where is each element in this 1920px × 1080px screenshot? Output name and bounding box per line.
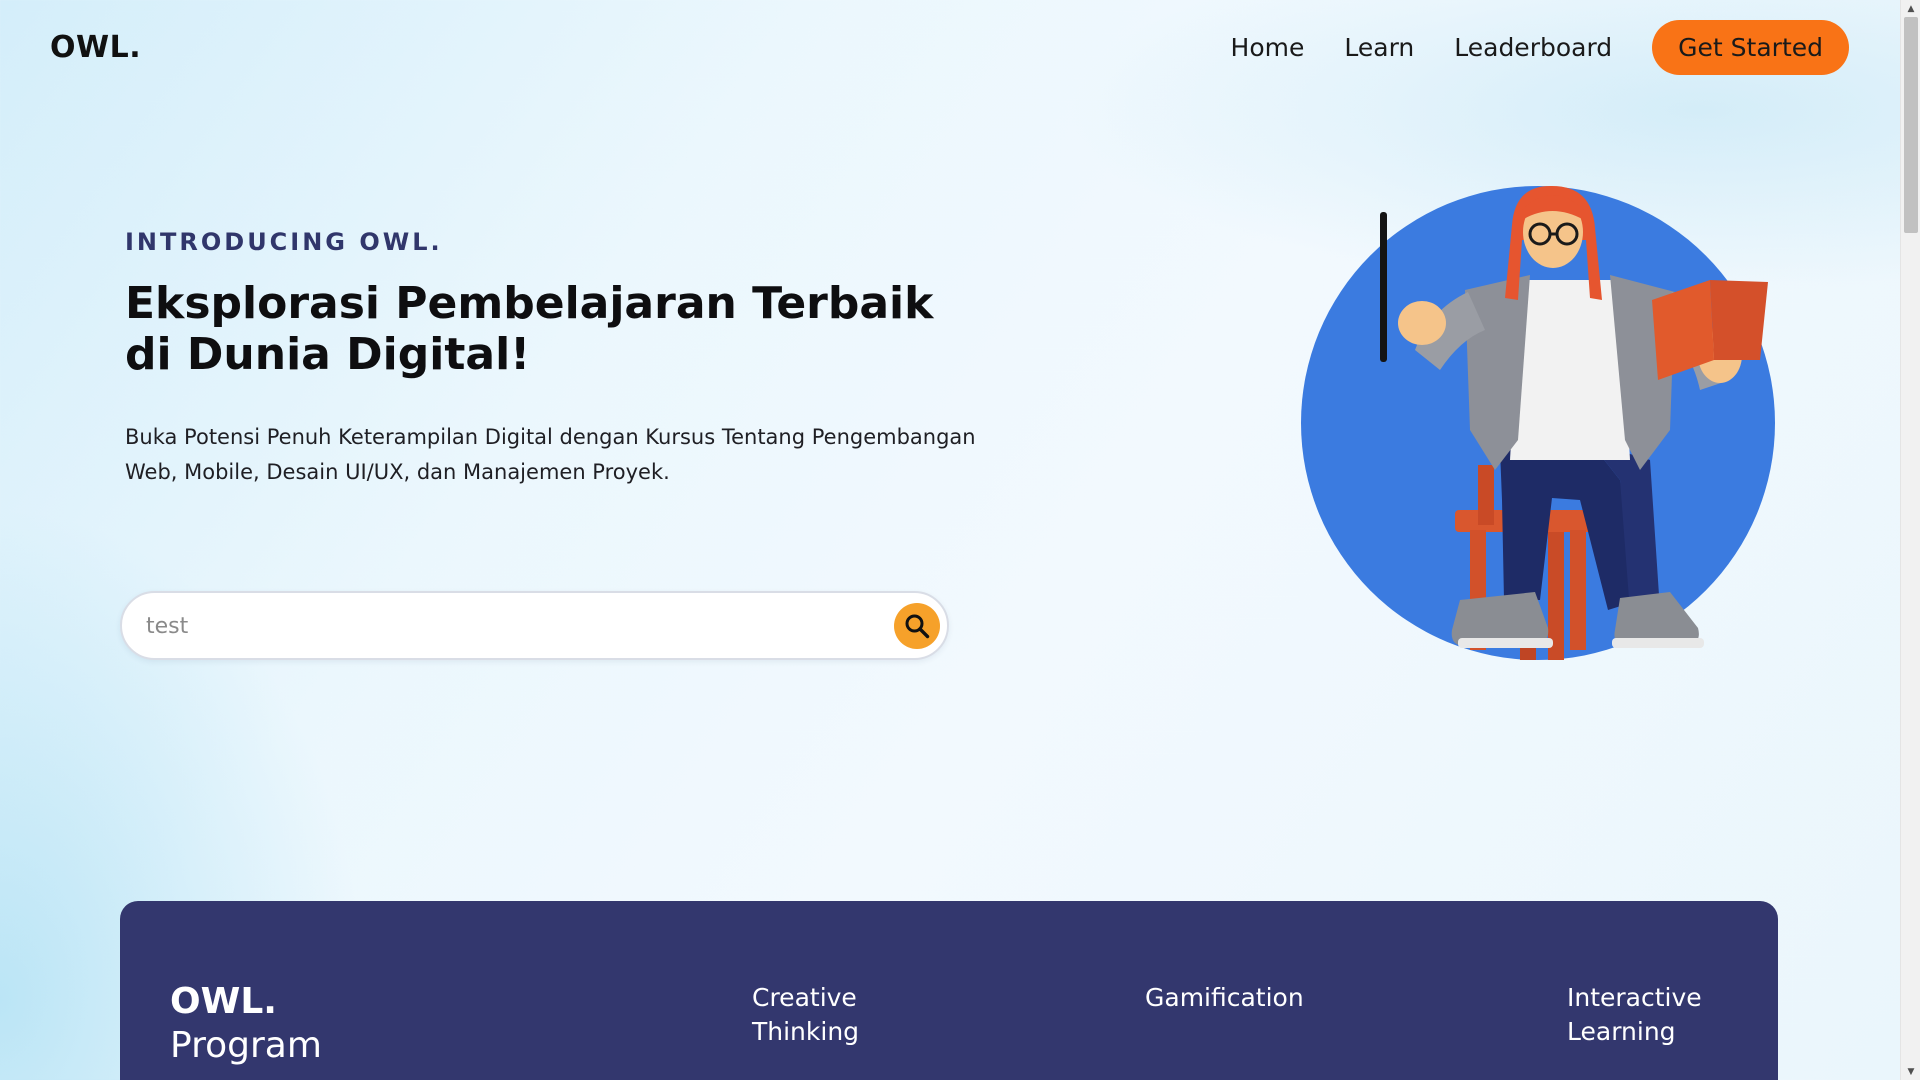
navbar: OWL. Home Learn Leaderboard Get Started <box>0 0 1900 96</box>
nav-links: Home Learn Leaderboard Get Started <box>1231 20 1849 75</box>
program-card: OWL. Program Creative Thinking Gamificat… <box>120 901 1778 1080</box>
scroll-up-arrow-icon[interactable]: ▲ <box>1901 0 1920 17</box>
program-subtitle: Program <box>170 1025 322 1066</box>
page-scrollbar[interactable]: ▲ ▼ <box>1900 0 1920 1080</box>
scroll-thumb[interactable] <box>1904 17 1918 233</box>
search-icon <box>905 614 930 639</box>
search-bar <box>120 591 949 660</box>
feature-gamification[interactable]: Gamification <box>1145 981 1365 1015</box>
search-input[interactable] <box>146 605 866 647</box>
hero-title: Eksplorasi Pembelajaran Terbaik di Dunia… <box>125 278 934 380</box>
teacher-illustration <box>1301 185 1775 660</box>
hero-description: Buka Potensi Penuh Keterampilan Digital … <box>125 425 976 484</box>
nav-link-leaderboard[interactable]: Leaderboard <box>1454 33 1612 62</box>
get-started-button[interactable]: Get Started <box>1652 20 1849 75</box>
feature-creative-thinking[interactable]: Creative Thinking <box>752 981 892 1049</box>
search-button[interactable] <box>894 603 940 649</box>
brand-logo[interactable]: OWL. <box>50 30 141 65</box>
hero-eyebrow: INTRODUCING OWL. <box>125 228 443 256</box>
pointer-stick-shape <box>1380 212 1387 362</box>
nav-link-home[interactable]: Home <box>1231 33 1305 62</box>
torso-shape <box>1465 275 1675 470</box>
scroll-down-arrow-icon[interactable]: ▼ <box>1901 1063 1920 1080</box>
feature-interactive-learning[interactable]: Interactive Learning <box>1567 981 1727 1049</box>
nav-link-learn[interactable]: Learn <box>1344 33 1414 62</box>
program-logo: OWL. <box>170 981 277 1022</box>
